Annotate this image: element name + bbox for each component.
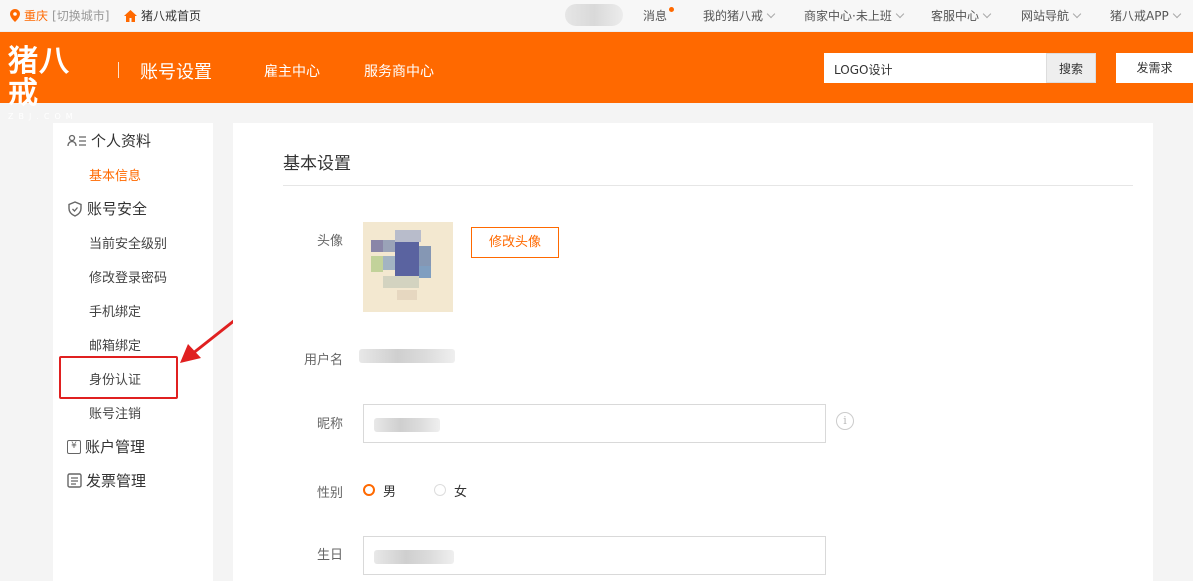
sidebar-section-account-security[interactable]: 账号安全 — [67, 198, 147, 219]
user-avatar[interactable] — [565, 4, 623, 26]
avatar — [363, 222, 453, 312]
sidebar-section-account-management[interactable]: ¥ 账户管理 — [67, 436, 145, 457]
username-value — [359, 349, 455, 363]
invoice-icon — [67, 473, 82, 488]
nickname-input[interactable] — [363, 404, 826, 443]
sidebar-section-personal-info[interactable]: 个人资料 — [67, 130, 151, 151]
change-avatar-button[interactable]: 修改头像 — [471, 227, 559, 258]
nickname-label: 昵称 — [316, 417, 343, 432]
chevron-down-icon — [895, 9, 905, 19]
birthday-label: 生日 — [316, 548, 343, 563]
messages-link[interactable]: 消息 — [643, 7, 675, 24]
page-title: 账号设置 — [140, 62, 212, 83]
avatar-label: 头像 — [316, 234, 343, 249]
gender-male-radio[interactable] — [363, 484, 375, 496]
section-heading: 基本设置 — [283, 154, 351, 174]
logo[interactable]: 猪八戒 ZBJ.COM — [8, 44, 100, 122]
sidebar-section-label: 账户管理 — [85, 438, 146, 456]
chevron-down-icon — [982, 9, 992, 19]
gender-label: 性别 — [316, 486, 343, 501]
header: 猪八戒 ZBJ.COM 账号设置 雇主中心 服务商中心 LOGO设计 搜索 发需… — [0, 32, 1193, 121]
search-button[interactable]: 搜索 — [1046, 53, 1096, 83]
my-zbj-label: 我的猪八戒 — [703, 9, 764, 23]
sidebar-item-change-password[interactable]: 修改登录密码 — [89, 267, 167, 286]
sidebar-item-basic-info[interactable]: 基本信息 — [89, 165, 141, 184]
site-nav-menu[interactable]: 网站导航 — [1021, 7, 1082, 24]
home-link-label: 猪八戒首页 — [141, 9, 202, 23]
logo-domain: ZBJ.COM — [8, 112, 78, 121]
search-input[interactable]: LOGO设计 — [824, 53, 1046, 83]
logo-text: 猪八戒 — [8, 44, 70, 111]
gender-female-radio[interactable] — [434, 484, 446, 496]
birthday-value — [374, 550, 454, 564]
app-label: 猪八戒APP — [1110, 9, 1169, 23]
unread-dot — [669, 7, 675, 12]
service-center-label: 客服中心 — [931, 9, 980, 23]
city-name[interactable]: 重庆 — [24, 7, 48, 24]
merchant-center-menu[interactable]: 商家中心·未上班 — [804, 7, 905, 24]
sidebar-section-invoice-management[interactable]: 发票管理 — [67, 470, 146, 491]
info-icon[interactable]: i — [836, 412, 854, 430]
location-pin-icon — [10, 9, 20, 22]
switch-city-link[interactable]: [切换城市] — [52, 7, 109, 24]
sidebar-item-phone-binding[interactable]: 手机绑定 — [89, 301, 141, 320]
divider — [283, 185, 1133, 186]
main-panel: 基本设置 头像 修改头像 用户名 昵称 i 性别 男 女 生日 — [233, 123, 1153, 581]
provider-center-link[interactable]: 服务商中心 — [364, 61, 434, 81]
yuan-icon: ¥ — [67, 439, 81, 454]
gender-male-label[interactable]: 男 — [383, 481, 396, 500]
post-request-button[interactable]: 发需求 — [1116, 53, 1193, 83]
sidebar-section-label: 发票管理 — [86, 472, 147, 490]
service-center-menu[interactable]: 客服中心 — [931, 7, 992, 24]
birthday-input[interactable] — [363, 536, 826, 575]
site-nav-label: 网站导航 — [1021, 9, 1070, 23]
messages-label: 消息 — [643, 9, 668, 23]
divider — [118, 62, 119, 78]
sidebar-item-email-binding[interactable]: 邮箱绑定 — [89, 335, 141, 354]
annotation-arrow-icon — [180, 318, 236, 363]
chevron-down-icon — [1072, 9, 1082, 19]
merchant-center-label: 商家中心·未上班 — [804, 9, 892, 23]
chevron-down-icon — [1172, 9, 1181, 19]
gender-female-label[interactable]: 女 — [454, 481, 467, 500]
sidebar-section-label: 账号安全 — [87, 200, 148, 218]
home-icon — [124, 9, 137, 22]
sidebar-item-security-level[interactable]: 当前安全级别 — [89, 233, 167, 252]
user-card-icon — [67, 134, 86, 146]
nickname-value — [374, 418, 440, 432]
shield-icon — [68, 200, 82, 217]
username-label: 用户名 — [303, 353, 343, 368]
chevron-down-icon — [766, 9, 776, 19]
app-menu[interactable]: 猪八戒APP — [1110, 7, 1181, 24]
annotation-highlight-box — [59, 356, 178, 399]
top-bar: 重庆 [切换城市] 猪八戒首页 消息 我的猪八戒 商家中心·未上班 客服中心 网… — [0, 0, 1193, 32]
employer-center-link[interactable]: 雇主中心 — [264, 61, 320, 81]
my-zbj-menu[interactable]: 我的猪八戒 — [703, 7, 776, 24]
location[interactable]: 重庆 [切换城市] — [10, 7, 109, 24]
home-link[interactable]: 猪八戒首页 — [124, 7, 201, 24]
sidebar-section-label: 个人资料 — [91, 132, 152, 150]
sidebar-item-account-cancel[interactable]: 账号注销 — [89, 403, 141, 422]
